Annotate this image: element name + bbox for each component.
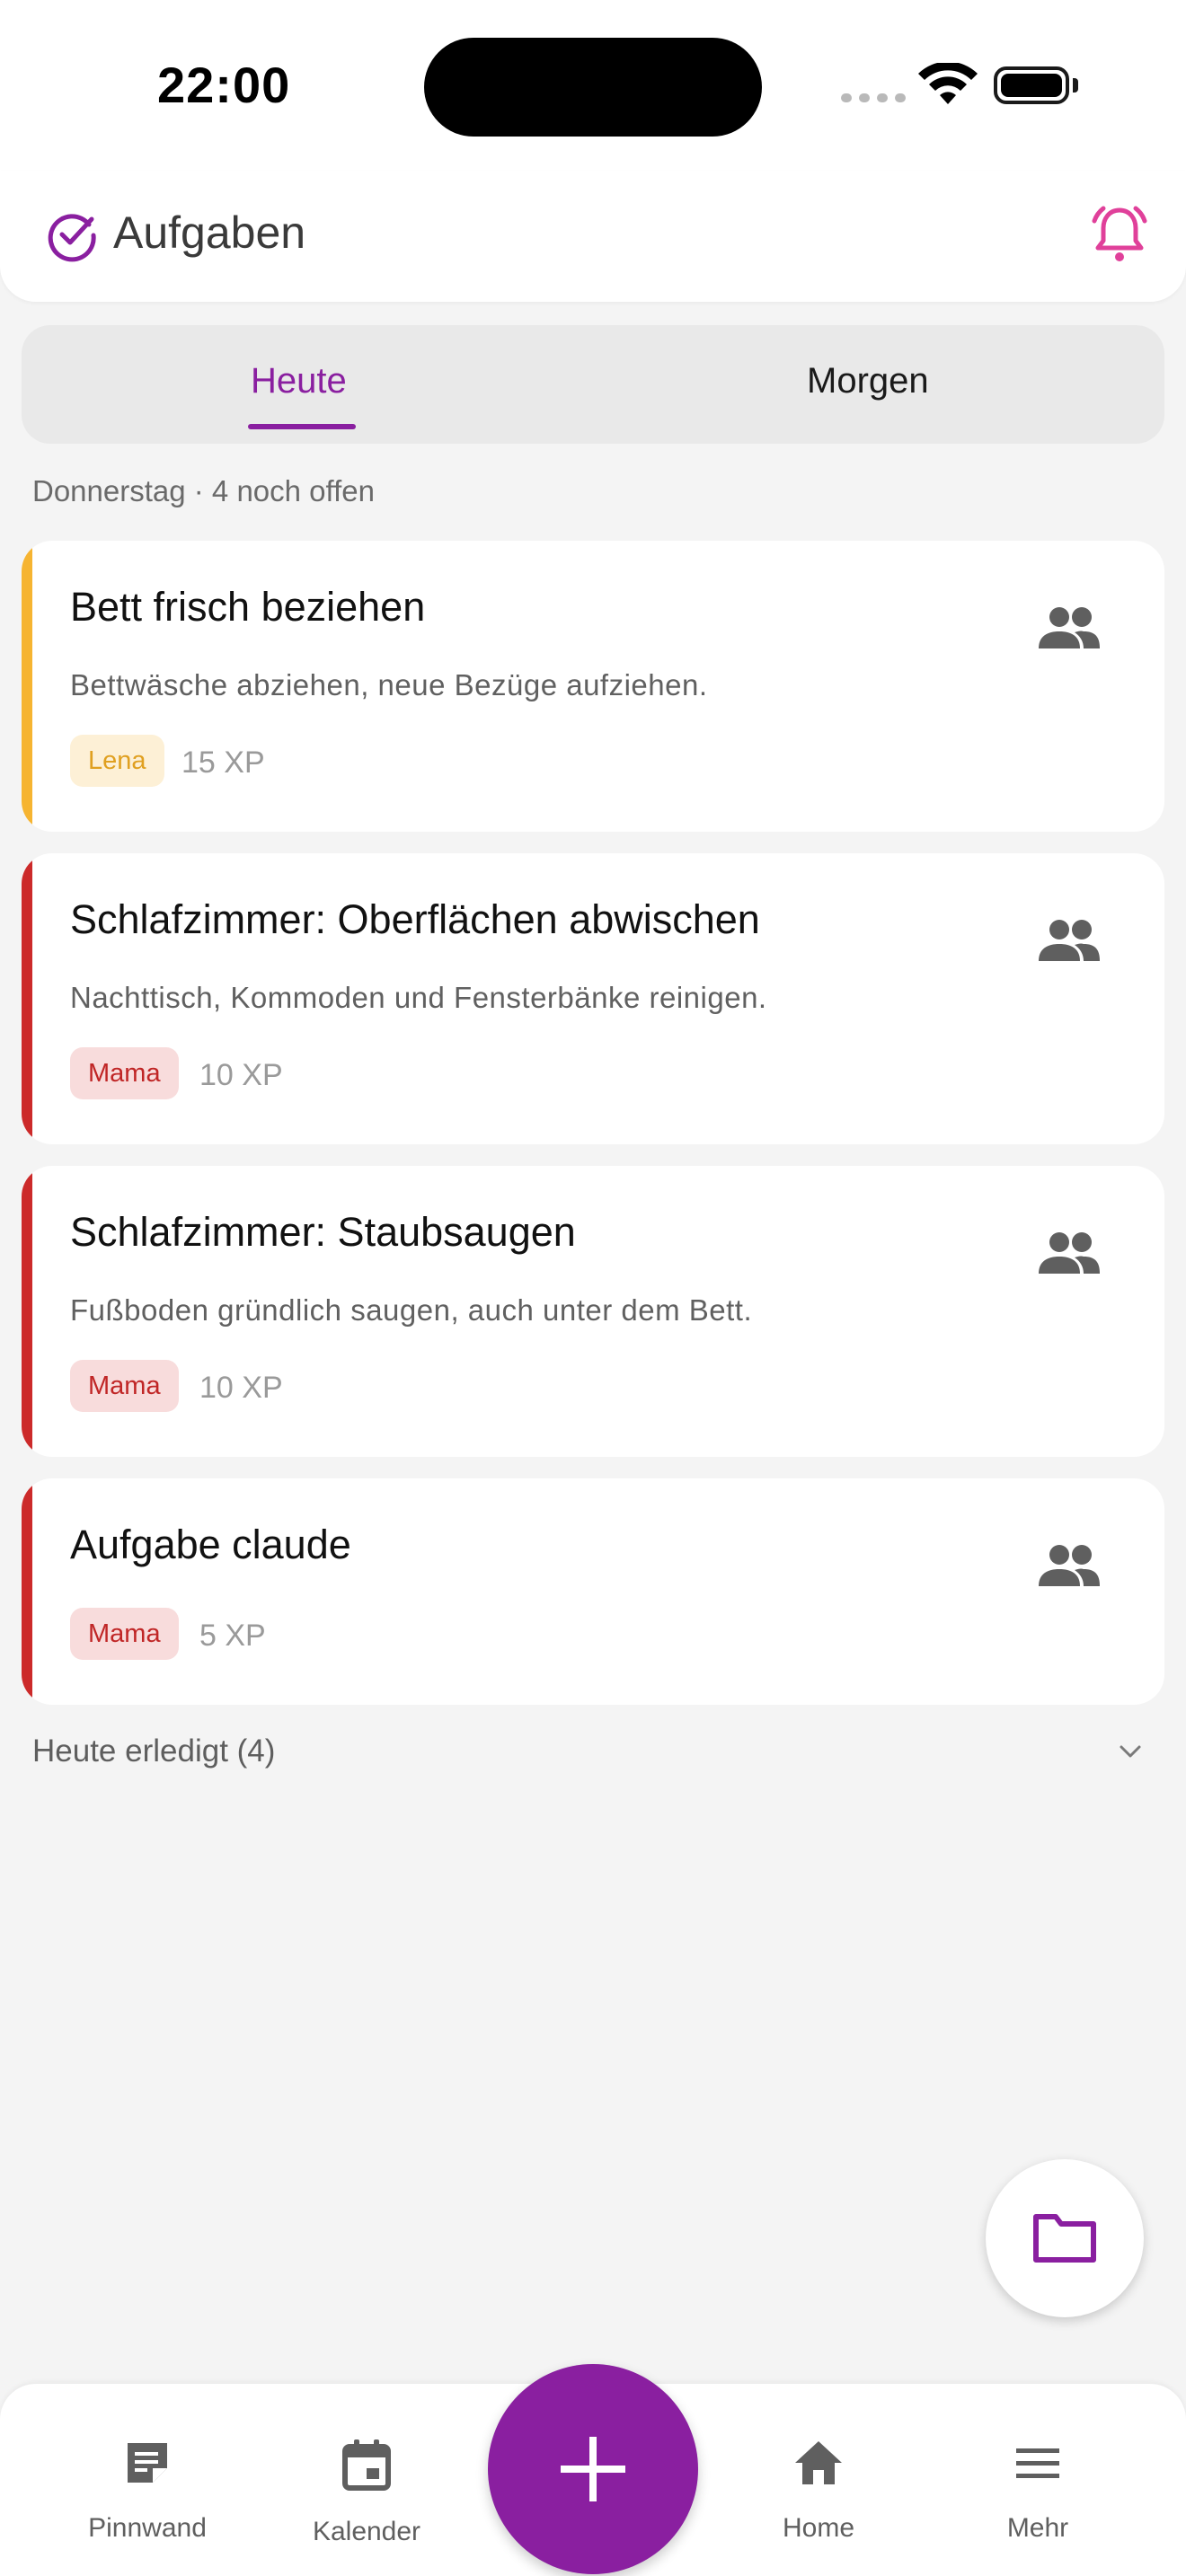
battery-icon: [994, 66, 1069, 104]
task-description: Bettwäsche abziehen, neue Bezüge aufzieh…: [70, 668, 708, 701]
task-accent: [22, 1166, 32, 1457]
task-title: Schlafzimmer: Staubsaugen: [70, 1209, 576, 1255]
task-xp: 5 XP: [199, 1619, 266, 1653]
assignee-badge: Mama: [70, 1047, 179, 1099]
completed-today-toggle[interactable]: Heute erledigt (4): [32, 1734, 275, 1769]
task-check-icon: [48, 214, 96, 262]
task-summary: Donnerstag · 4 noch offen: [32, 474, 375, 507]
nav-label: Home: [782, 2513, 855, 2543]
tab-morgen[interactable]: Morgen: [807, 361, 929, 401]
battery-tip: [1073, 78, 1078, 93]
task-accent: [22, 1478, 32, 1705]
day-tabs: Heute Morgen: [22, 325, 1164, 444]
group-people-icon[interactable]: [1037, 1231, 1102, 1275]
assignee-badge: Mama: [70, 1360, 179, 1412]
task-title: Bett frisch beziehen: [70, 584, 426, 630]
status-time: 22:00: [157, 57, 291, 113]
wifi-icon: [918, 63, 978, 104]
nav-home[interactable]: Home: [742, 2438, 895, 2544]
task-title: Aufgabe claude: [70, 1522, 351, 1567]
folder-button[interactable]: [986, 2159, 1144, 2317]
cellular-signal-icon: [841, 93, 906, 102]
plus-icon: [561, 2437, 625, 2501]
home-icon: [795, 2441, 842, 2484]
folder-icon: [1033, 2214, 1096, 2263]
nav-pinnwand[interactable]: Pinnwand: [71, 2438, 224, 2544]
nav-kalender[interactable]: Kalender: [290, 2438, 443, 2547]
app-bar: Aufgaben: [0, 171, 1186, 302]
task-description: Nachttisch, Kommoden und Fensterbänke re…: [70, 981, 767, 1014]
task-title: Schlafzimmer: Oberflächen abwischen: [70, 896, 760, 942]
group-people-icon[interactable]: [1037, 605, 1102, 650]
note-board-icon: [128, 2443, 167, 2483]
tab-heute[interactable]: Heute: [251, 361, 347, 401]
notification-bell-icon[interactable]: [1091, 203, 1148, 268]
group-people-icon[interactable]: [1037, 1543, 1102, 1588]
task-card[interactable]: Schlafzimmer: Staubsaugen Fußboden gründ…: [22, 1166, 1164, 1457]
task-xp: 15 XP: [181, 745, 265, 780]
task-xp: 10 XP: [199, 1058, 283, 1092]
assignee-badge: Lena: [70, 735, 164, 787]
status-bar: 22:00: [0, 0, 1186, 171]
nav-label: Pinnwand: [88, 2513, 207, 2543]
task-accent: [22, 853, 32, 1144]
nav-mehr[interactable]: Mehr: [961, 2438, 1114, 2544]
menu-icon: [1016, 2448, 1059, 2478]
page-title: Aufgaben: [113, 207, 306, 258]
tab-selected-indicator: [248, 424, 356, 429]
task-card[interactable]: Bett frisch beziehen Bettwäsche abziehen…: [22, 541, 1164, 832]
group-people-icon[interactable]: [1037, 918, 1102, 963]
nav-label: Mehr: [1006, 2513, 1069, 2543]
task-card[interactable]: Aufgabe claude Mama 5 XP: [22, 1478, 1164, 1705]
task-xp: 10 XP: [199, 1371, 283, 1405]
task-card[interactable]: Schlafzimmer: Oberflächen abwischen Nach…: [22, 853, 1164, 1144]
calendar-icon: [342, 2439, 391, 2491]
task-accent: [22, 541, 32, 832]
chevron-down-icon[interactable]: [1116, 1742, 1145, 1760]
task-description: Fußboden gründlich saugen, auch unter de…: [70, 1293, 753, 1327]
assignee-badge: Mama: [70, 1608, 179, 1660]
dynamic-island: [424, 38, 762, 137]
add-task-button[interactable]: [488, 2364, 698, 2574]
nav-label: Kalender: [312, 2517, 421, 2546]
